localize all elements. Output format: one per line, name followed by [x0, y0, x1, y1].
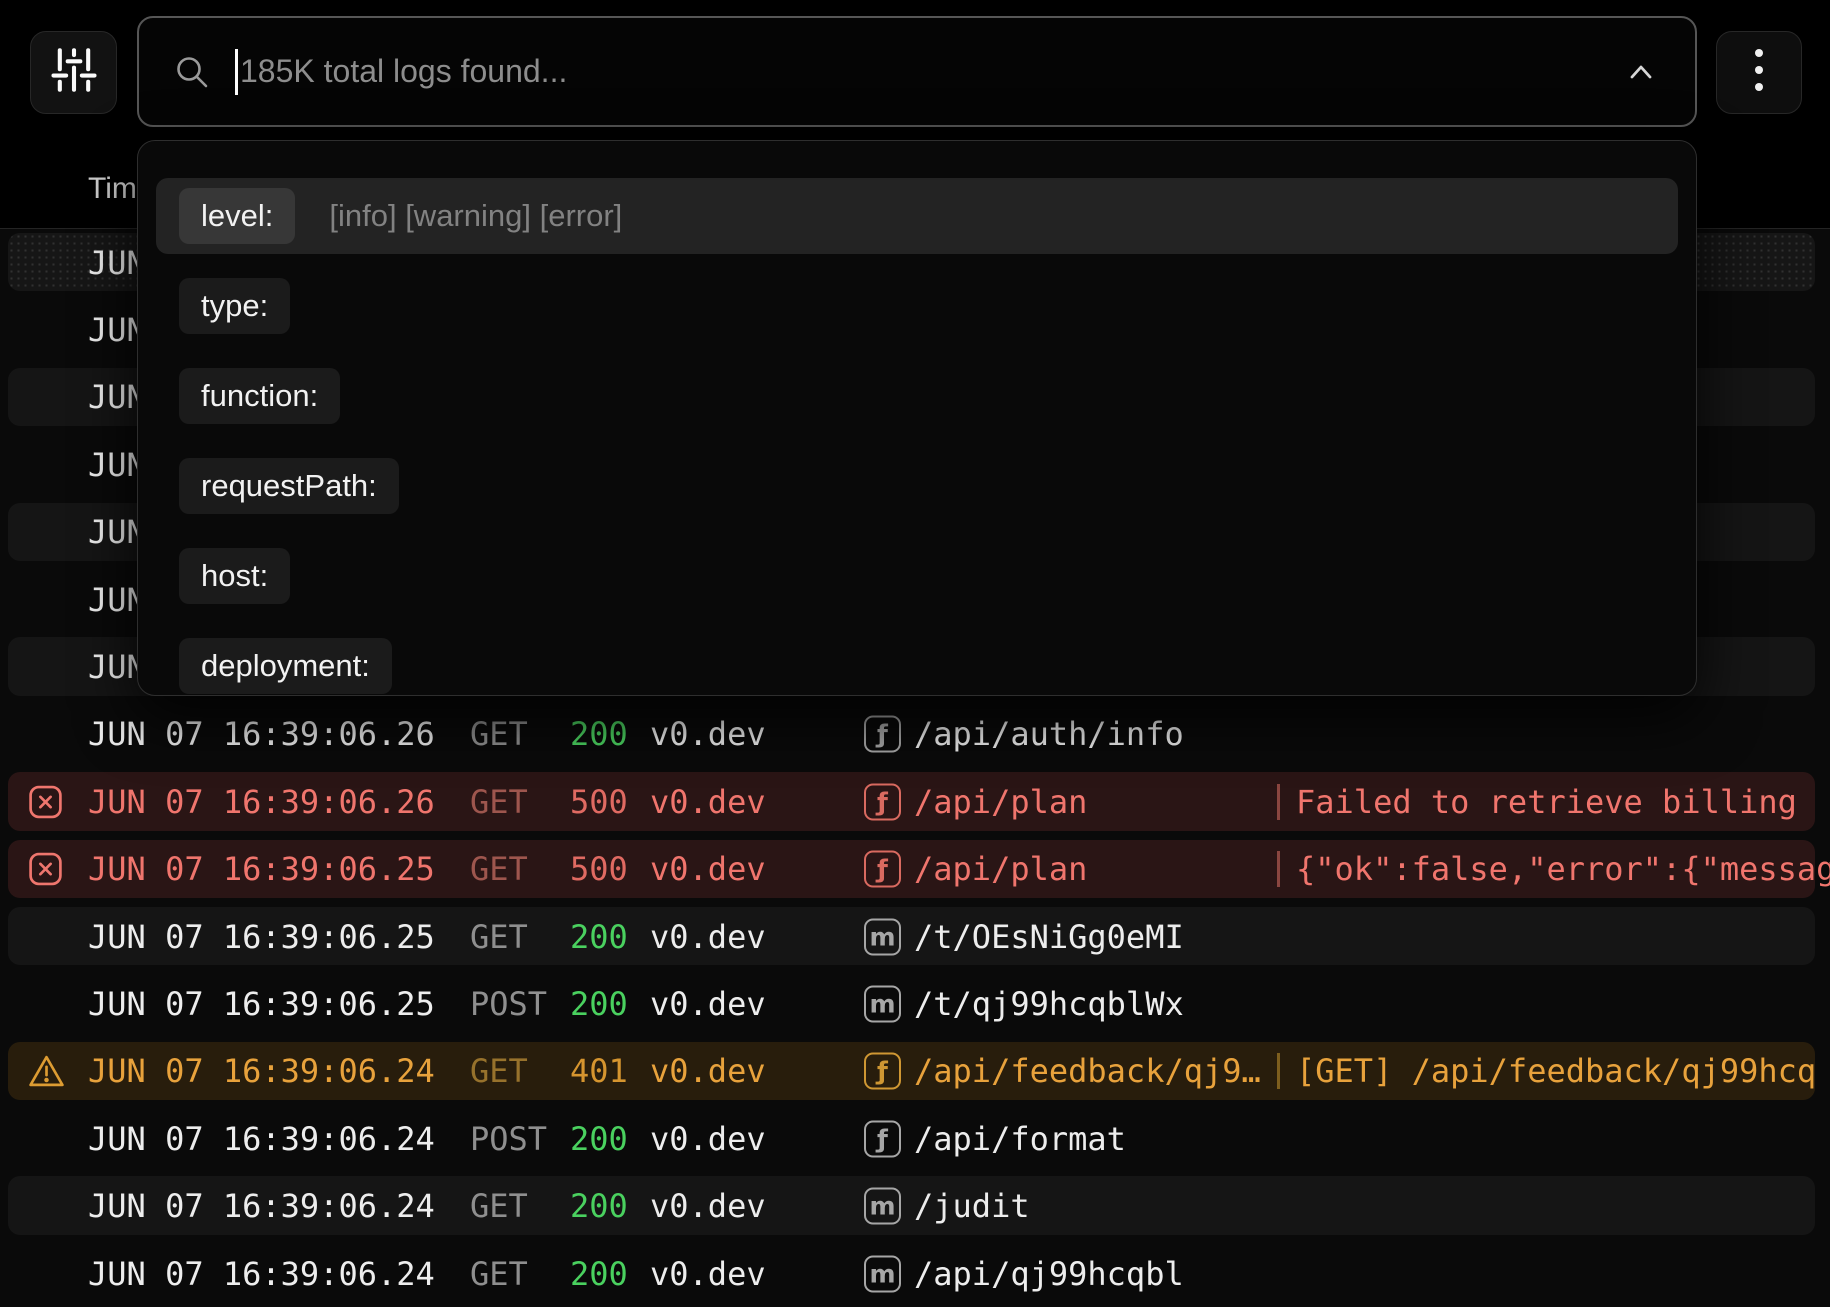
log-host: v0.dev	[650, 1055, 766, 1087]
log-method: GET	[470, 718, 528, 750]
text-caret	[235, 49, 238, 95]
suggestion-level[interactable]: level: [info] [warning] [error]	[156, 178, 1678, 254]
log-row[interactable]: JUN 07 16:39:06.26 GET 200 v0.dev ƒ /api…	[0, 701, 1830, 768]
log-request-path: /api/feedback/qj9…	[914, 1055, 1261, 1087]
log-request-path: /api/auth/info	[914, 718, 1184, 750]
log-request-path: /t/OEsNiGg0eMI	[914, 921, 1184, 953]
log-status-code: 500	[570, 786, 628, 818]
middleware-icon: m	[864, 1255, 901, 1292]
log-timestamp: JUN 07 16:39:06.25	[88, 988, 435, 1020]
log-row[interactable]: JUN 07 16:39:06.26 GET 500 v0.dev ƒ /api…	[0, 768, 1830, 835]
log-status-code: 500	[570, 853, 628, 885]
log-timestamp: JUN 07 16:39:06.25	[88, 853, 435, 885]
logs-toolbar: 185K total logs found...	[0, 0, 1830, 150]
log-method: GET	[470, 1055, 528, 1087]
log-message: Failed to retrieve billing	[1296, 786, 1797, 818]
log-request-path: /api/plan	[914, 853, 1087, 885]
log-request-path: /api/qj99hcqbl	[914, 1258, 1184, 1290]
suggestion-deployment[interactable]: deployment:	[179, 638, 392, 694]
log-timestamp: JUN 07 16:39:06.26	[88, 718, 435, 750]
log-status-code: 200	[570, 1123, 628, 1155]
log-timestamp: JUN 07 16:39:06.25	[88, 921, 435, 953]
log-request-path: /judit	[914, 1190, 1030, 1222]
suggestion-host[interactable]: host:	[179, 548, 290, 604]
log-host: v0.dev	[650, 786, 766, 818]
log-host: v0.dev	[650, 718, 766, 750]
middleware-icon: m	[864, 918, 901, 955]
log-method: GET	[470, 786, 528, 818]
log-row[interactable]: JUN 07 16:39:06.25 GET 200 v0.dev m /t/O…	[0, 903, 1830, 970]
function-icon: ƒ	[864, 1053, 901, 1090]
log-row[interactable]: JUN 07 16:39:06.24 POST 200 v0.dev ƒ /ap…	[0, 1105, 1830, 1172]
function-icon: ƒ	[864, 716, 901, 753]
level-icon	[27, 1053, 66, 1090]
sliders-icon	[47, 44, 101, 101]
log-host: v0.dev	[650, 1190, 766, 1222]
kebab-menu-icon	[1752, 44, 1766, 101]
log-method: GET	[470, 1258, 528, 1290]
message-divider	[1277, 1053, 1280, 1089]
log-timestamp: JUN 07 16:39:06.24	[88, 1123, 435, 1155]
message-divider	[1277, 784, 1280, 820]
suggestion-requestPath[interactable]: requestPath:	[179, 458, 399, 514]
chevron-up-icon[interactable]	[1621, 57, 1661, 87]
more-options-button[interactable]	[1716, 31, 1802, 114]
log-timestamp: JUN 07 16:39:06.24	[88, 1190, 435, 1222]
log-message: {"ok":false,"error":{"messag	[1296, 853, 1830, 885]
suggestion-level-hint: [info] [warning] [error]	[329, 198, 622, 234]
log-method: GET	[470, 853, 528, 885]
level-icon	[27, 783, 64, 820]
log-message: [GET] /api/feedback/qj99hcq	[1296, 1055, 1816, 1087]
log-row[interactable]: JUN 07 16:39:06.24 GET 200 v0.dev m /api…	[0, 1240, 1830, 1307]
suggestion-function[interactable]: function:	[179, 368, 340, 424]
search-placeholder: 185K total logs found...	[240, 53, 567, 90]
search-suggestions-dropdown: level: [info] [warning] [error] type: fun…	[137, 140, 1697, 696]
search-input[interactable]: 185K total logs found...	[137, 16, 1697, 127]
log-method: GET	[470, 921, 528, 953]
log-host: v0.dev	[650, 921, 766, 953]
log-row[interactable]: JUN 07 16:39:06.24 GET 401 v0.dev ƒ /api…	[0, 1038, 1830, 1105]
log-request-path: /t/qj99hcqblWx	[914, 988, 1184, 1020]
log-row[interactable]: JUN 07 16:39:06.24 GET 200 v0.dev m /jud…	[0, 1172, 1830, 1239]
log-host: v0.dev	[650, 988, 766, 1020]
log-status-code: 200	[570, 1190, 628, 1222]
function-icon: ƒ	[864, 783, 901, 820]
middleware-icon: m	[864, 985, 901, 1022]
search-icon	[173, 53, 211, 91]
log-method: GET	[470, 1190, 528, 1222]
function-icon: ƒ	[864, 1120, 901, 1157]
log-status-code: 200	[570, 718, 628, 750]
log-host: v0.dev	[650, 1258, 766, 1290]
log-request-path: /api/plan	[914, 786, 1087, 818]
function-icon: ƒ	[864, 851, 901, 888]
message-divider	[1277, 851, 1280, 887]
log-host: v0.dev	[650, 1123, 766, 1155]
timestamp-column-header: Tim	[88, 172, 137, 206]
suggestion-level-pill[interactable]: level:	[179, 188, 295, 244]
filter-button[interactable]	[30, 31, 117, 114]
log-row[interactable]: JUN 07 16:39:06.25 POST 200 v0.dev m /t/…	[0, 970, 1830, 1037]
middleware-icon: m	[864, 1188, 901, 1225]
log-host: v0.dev	[650, 853, 766, 885]
log-timestamp: JUN 07 16:39:06.24	[88, 1055, 435, 1087]
log-timestamp: JUN 07 16:39:06.26	[88, 786, 435, 818]
log-method: POST	[470, 988, 547, 1020]
log-request-path: /api/format	[914, 1123, 1126, 1155]
log-status-code: 200	[570, 988, 628, 1020]
level-icon	[27, 851, 64, 888]
suggestion-type[interactable]: type:	[179, 278, 290, 334]
log-status-code: 200	[570, 1258, 628, 1290]
log-timestamp: JUN 07 16:39:06.24	[88, 1258, 435, 1290]
log-row[interactable]: JUN 07 16:39:06.25 GET 500 v0.dev ƒ /api…	[0, 836, 1830, 903]
log-method: POST	[470, 1123, 547, 1155]
log-status-code: 401	[570, 1055, 628, 1087]
log-status-code: 200	[570, 921, 628, 953]
